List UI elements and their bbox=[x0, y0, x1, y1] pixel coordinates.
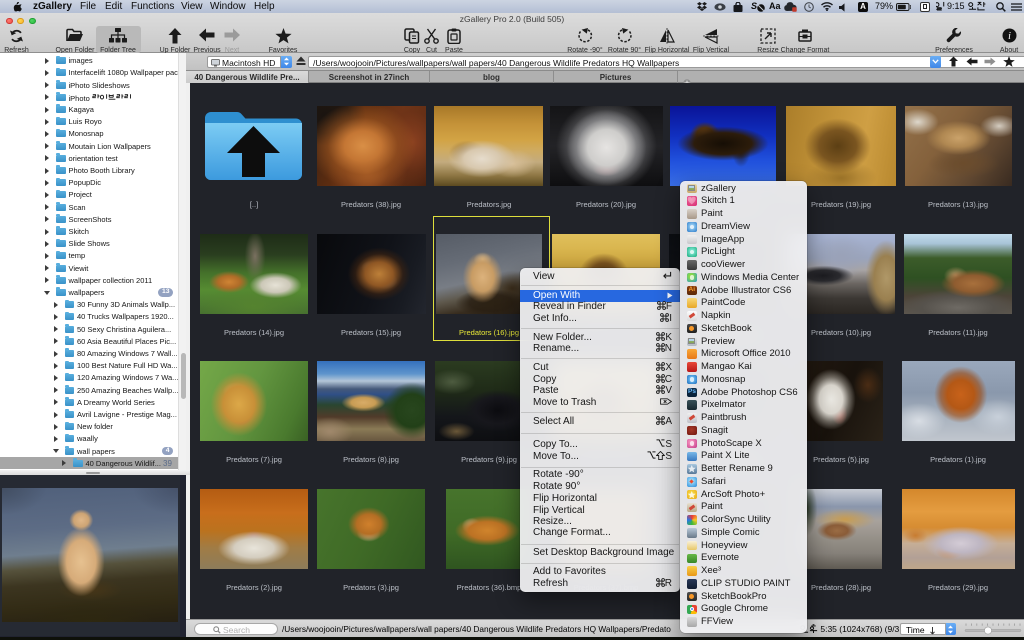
svg-text:i: i bbox=[1008, 31, 1011, 42]
